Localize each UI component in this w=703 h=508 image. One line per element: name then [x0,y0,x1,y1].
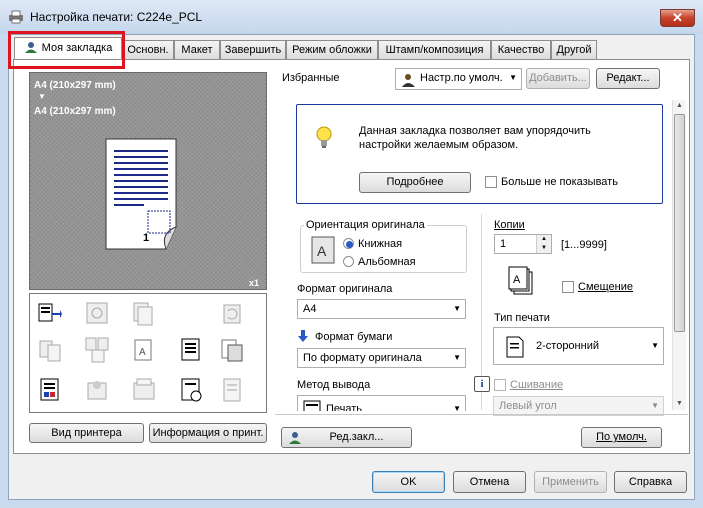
combine-icon [39,340,61,362]
paper-size-label: A4 (210x297 mm) [34,106,116,117]
info-text-line2: настройки желаемым образом. [359,139,519,151]
paper-size-field-label: Формат бумаги [315,331,393,343]
svg-text:A: A [317,243,327,259]
down-arrow-icon: ▼ [38,92,46,101]
tab-other[interactable]: Другой [551,40,597,59]
favorites-select[interactable]: Настр.по умолч. ▼ [395,68,522,90]
svg-text:A: A [139,347,146,358]
page-number: 1 [143,232,150,244]
tab-cover-mode[interactable]: Режим обложки [286,40,378,59]
dont-show-label: Больше не показывать [501,176,618,188]
print-to-box-icon[interactable] [38,301,62,327]
offset-checkbox[interactable] [562,281,574,293]
original-size-label: A4 (210x297 mm) [34,80,116,91]
list-doc-icon [223,378,241,402]
offset-label: Смещение [578,281,634,293]
page-preview-icon [105,138,177,250]
schedule-doc-icon [181,378,202,402]
copies-stepper[interactable]: ▲ ▼ [536,235,551,253]
orientation-label: Ориентация оригинала [304,219,427,231]
window-title: Настройка печати: C224e_PCL [30,10,203,24]
lightbulb-icon [316,126,332,148]
tab-quality[interactable]: Качество [491,40,551,59]
copies-label: Копии [494,219,525,231]
pages-icon [133,302,153,326]
scroll-down-icon[interactable]: ▼ [674,400,685,410]
chevron-down-icon: ▼ [453,304,461,313]
tab-basic[interactable]: Основн. [122,40,174,59]
help-button[interactable]: Справка [614,471,687,493]
overlay-icon [221,339,243,362]
scroll-up-icon[interactable]: ▲ [674,102,685,112]
apply-button[interactable]: Применить [534,471,607,493]
original-size-select[interactable]: A4 ▼ [297,299,466,319]
duplex-page-icon [506,336,524,358]
original-size-field-label: Формат оригинала [297,283,393,295]
arrow-down-icon [298,330,308,342]
svg-text:A: A [513,274,521,286]
tray-icon [133,378,155,400]
add-favorite-button[interactable]: Добавить... [526,68,590,89]
landscape-label: Альбомная [358,256,416,268]
details-button[interactable]: Подробнее [359,172,471,193]
form-icon [181,338,200,361]
chevron-down-icon: ▼ [651,401,659,410]
print-type-label: Тип печати [494,312,550,324]
bottom-divider [275,414,688,415]
binding-label: Сшивание [510,379,564,391]
rotate-icon [223,304,241,324]
print-type-select[interactable]: 2-сторонний ▼ [493,327,664,365]
chevron-down-icon: ▼ [509,73,517,82]
copies-range: [1...9999] [561,239,607,251]
portrait-orientation-icon: A [311,236,335,264]
user-icon [289,432,301,444]
ok-button[interactable]: OK [372,471,445,493]
info-text-line1: Данная закладка позволяет вам упорядочит… [359,125,591,137]
default-button[interactable]: По умолч. [581,427,662,448]
dont-show-checkbox[interactable] [485,176,497,188]
text-page-icon: A [134,339,152,361]
user-settings-icon [87,381,107,400]
chevron-down-icon: ▼ [453,353,461,362]
cancel-button[interactable]: Отмена [453,471,526,493]
booklet-icon [86,302,108,324]
highlight-box [8,31,125,69]
scrollbar-thumb[interactable] [674,114,685,332]
edit-favorite-button[interactable]: Редакт... [596,68,660,89]
info-box [296,104,663,204]
favorites-label: Избранные [282,72,340,84]
paper-size-select[interactable]: По формату оригинала ▼ [297,348,466,368]
printer-info-button[interactable]: Информация о принт. [149,423,267,443]
printer-icon [9,10,23,24]
color-doc-icon [40,378,59,401]
portrait-label: Книжная [358,238,403,250]
chevron-down-icon: ▼ [651,341,659,350]
printer-output-icon [303,400,321,411]
binding-checkbox[interactable] [494,379,506,391]
tab-finish[interactable]: Завершить [220,40,286,59]
output-method-select[interactable]: Печать ▼ [297,395,466,411]
landscape-radio[interactable] [343,256,354,267]
edit-tab-button[interactable]: Ред.закл... [281,427,412,448]
nup-icon [85,337,109,363]
portrait-radio[interactable] [343,238,354,249]
tab-stamp[interactable]: Штамп/композиция [378,40,491,59]
printer-view-button[interactable]: Вид принтера [29,423,144,443]
tab-layout[interactable]: Макет [174,40,220,59]
info-icon[interactable]: i [474,376,490,392]
close-button[interactable]: ✕ [660,9,695,27]
favorite-settings-icon [402,74,415,87]
copies-indicator: x1 [249,278,260,288]
stack-copies-icon: A [508,266,533,295]
binding-select[interactable]: Левый угол ▼ [493,396,664,416]
output-method-label: Метод вывода [297,379,371,391]
chevron-down-icon: ▼ [453,404,461,411]
